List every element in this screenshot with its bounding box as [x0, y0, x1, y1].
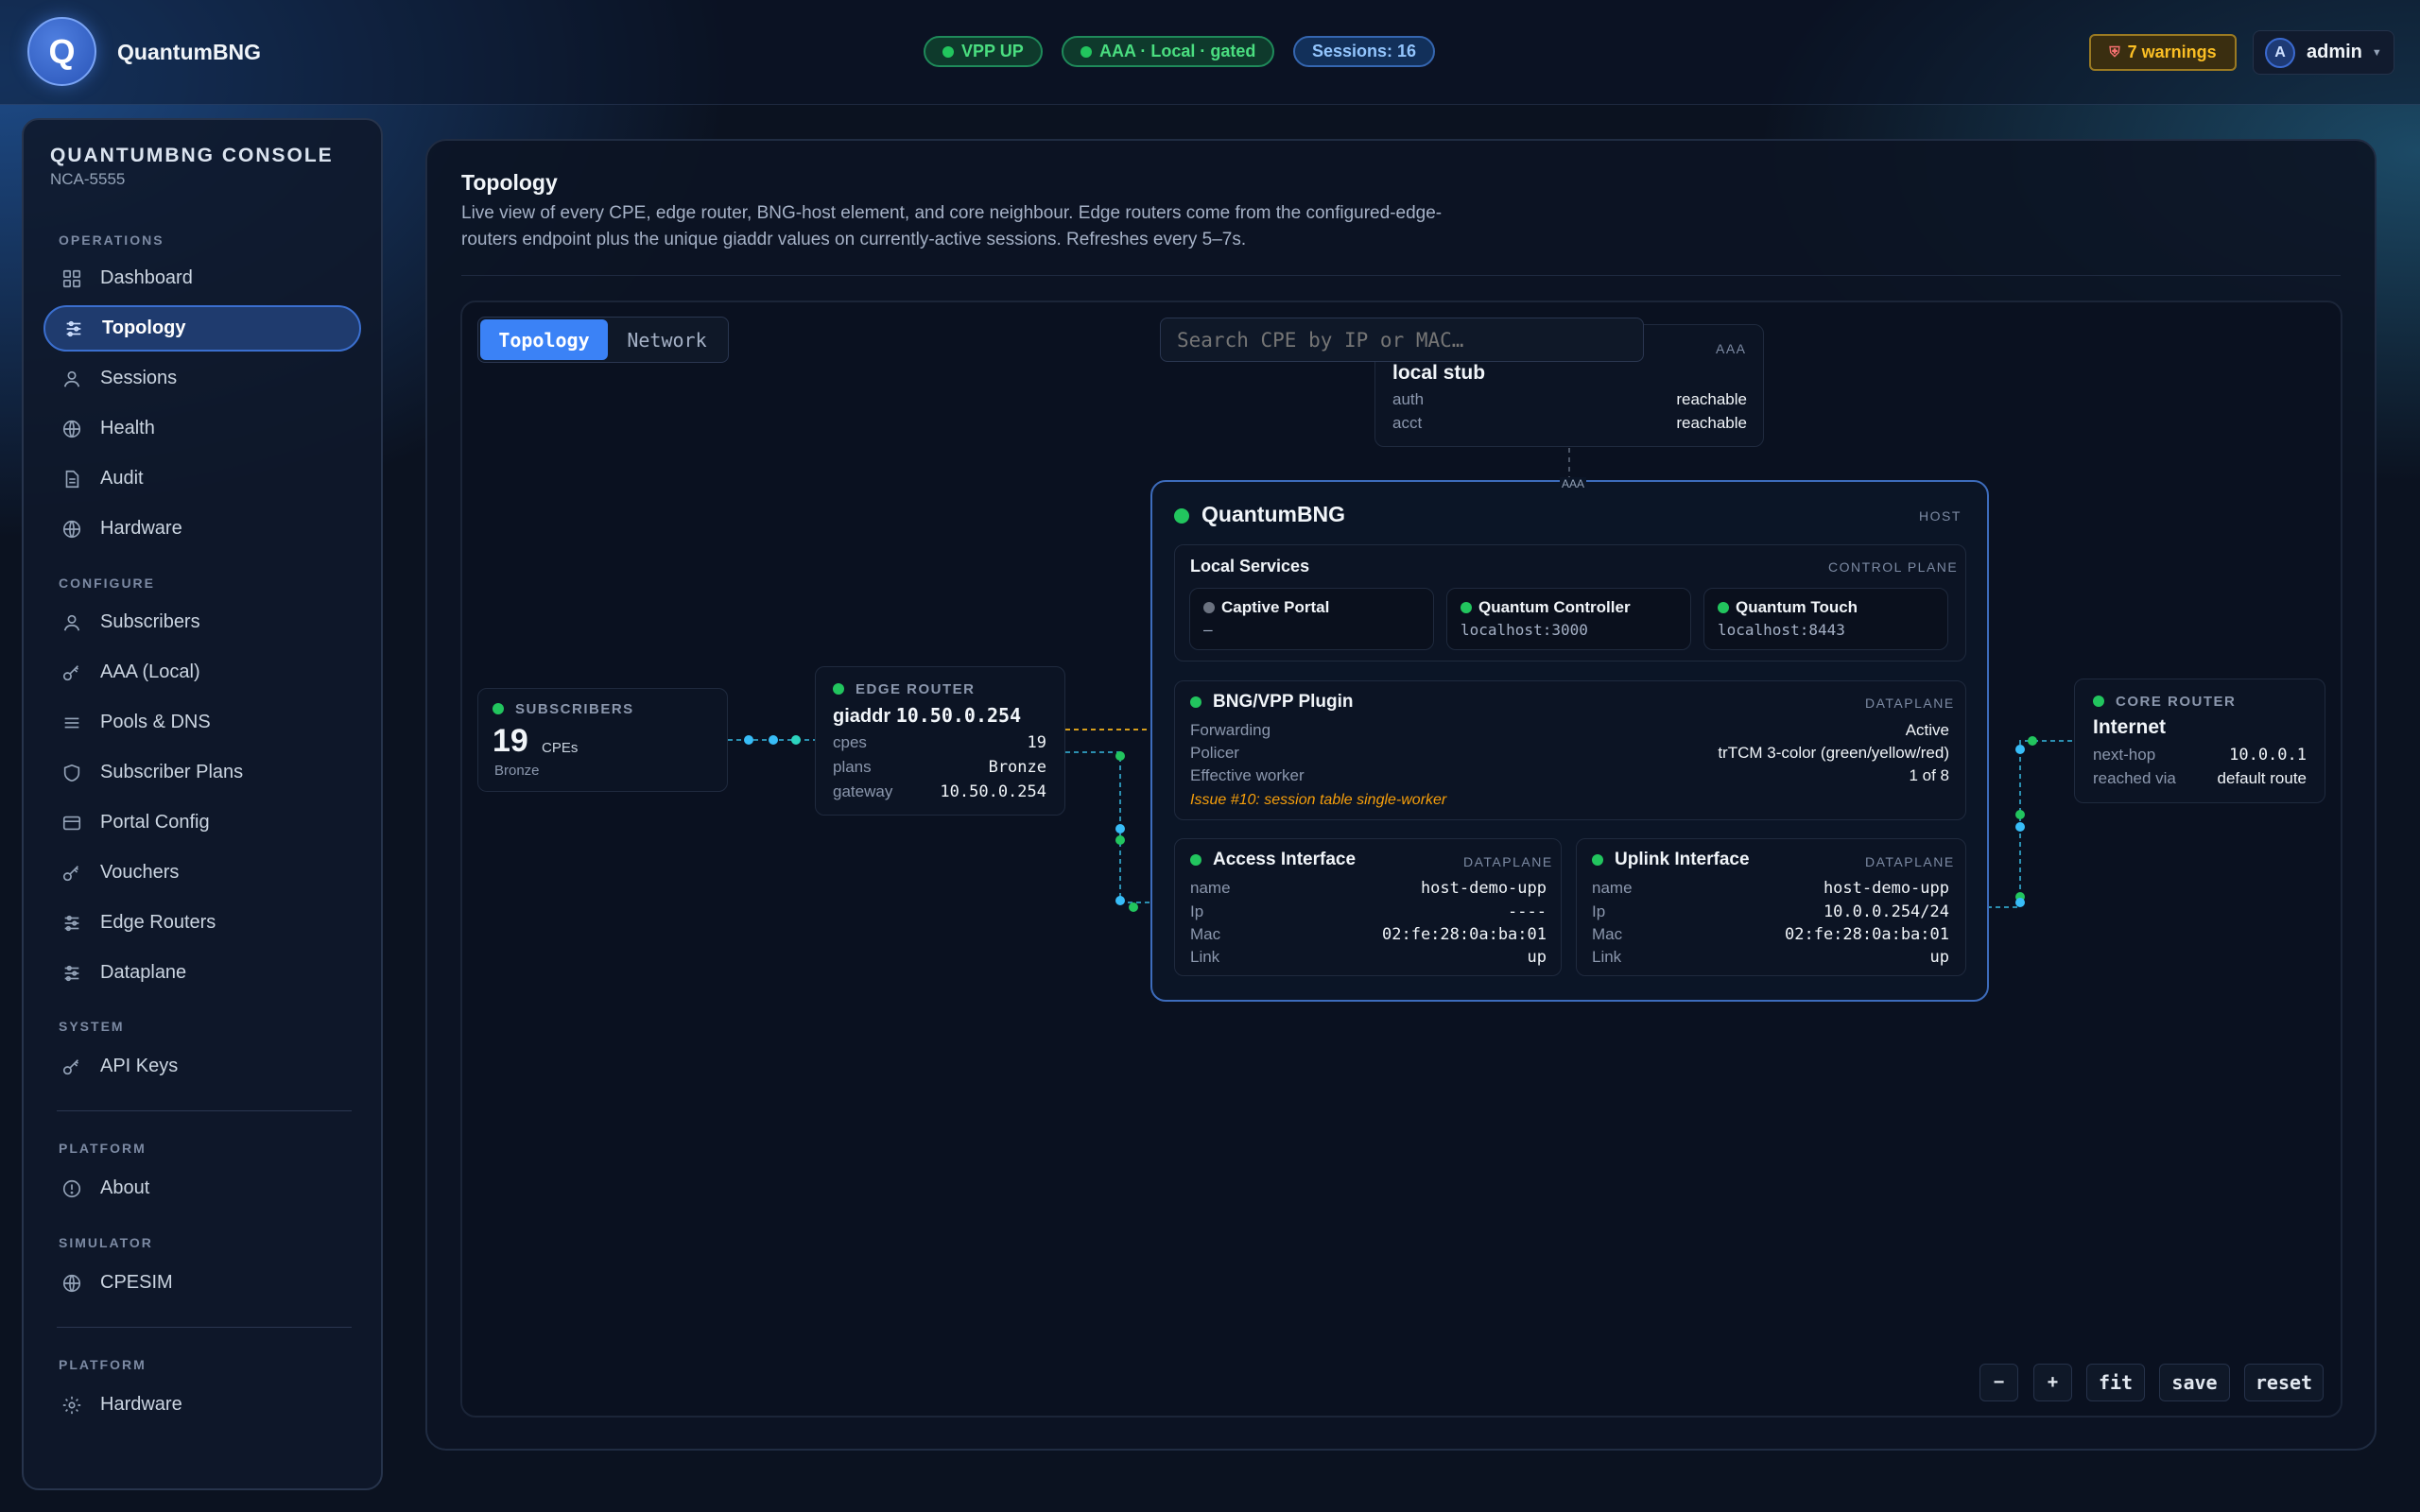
plugin-value: trTCM 3-color (green/yellow/red) [1718, 744, 1949, 762]
iface-value: host-demo-upp [1420, 879, 1547, 898]
iface-key: Ip [1592, 902, 1606, 920]
edge-router-label: EDGE ROUTER [856, 681, 976, 697]
dataplane-tag: DATAPLANE [1865, 854, 1955, 869]
core-router-label: CORE ROUTER [2116, 694, 2237, 710]
host-tag: HOST [1919, 508, 1962, 524]
plugin-value: Active [1905, 721, 1949, 739]
aaa-tag: AAA [1716, 341, 1747, 356]
core-key: next-hop [2093, 746, 2156, 764]
iface-key: Link [1190, 948, 1220, 966]
service-quantum-controller[interactable] [1446, 588, 1691, 650]
iface-value: host-demo-upp [1823, 879, 1949, 898]
subscribers-count: 19 [493, 723, 528, 759]
status-dot-icon [1718, 602, 1729, 613]
iface-key: name [1190, 879, 1231, 897]
aaa-auth-value: reachable [1676, 390, 1747, 408]
core-value: default route [2217, 769, 2307, 787]
edge-key: gateway [833, 782, 893, 800]
edge-key: plans [833, 758, 872, 776]
iface-key: Ip [1190, 902, 1204, 920]
service-captive-portal[interactable] [1189, 588, 1434, 650]
edge-value: 10.50.0.254 [940, 782, 1046, 801]
status-dot-icon [833, 683, 844, 695]
aaa-auth-key: auth [1392, 390, 1425, 408]
status-dot-icon [2093, 696, 2104, 707]
host-status-dot-icon [1174, 508, 1189, 524]
status-dot-icon [1461, 602, 1472, 613]
iface-value: 02:fe:28:0a:ba:01 [1785, 925, 1949, 944]
uplink-title: Uplink Interface [1615, 850, 1750, 869]
access-title: Access Interface [1213, 850, 1357, 869]
iface-value: ---- [1508, 902, 1547, 921]
fit-button[interactable]: fit [2086, 1364, 2145, 1401]
core-key: reached via [2093, 769, 2176, 787]
view-tabs: Topology Network [477, 317, 729, 363]
service-addr: localhost:8443 [1718, 621, 1845, 639]
aaa-edge-label: AAA [1560, 477, 1587, 490]
status-dot-icon [1592, 854, 1603, 866]
edge-value: 19 [1027, 733, 1046, 752]
plugin-key: Policer [1190, 744, 1239, 762]
service-name: Quantum Touch [1736, 598, 1858, 616]
core-router-title: Internet [2093, 716, 2167, 738]
dataplane-tag: DATAPLANE [1865, 696, 1955, 711]
tab-network[interactable]: Network [608, 319, 726, 360]
iface-value: 02:fe:28:0a:ba:01 [1382, 925, 1547, 944]
subscribers-unit: CPEs [542, 740, 579, 756]
edge-title-key: giaddr [833, 706, 891, 727]
aaa-title: local stub [1392, 362, 1486, 384]
service-name: Quantum Controller [1478, 598, 1631, 616]
status-dot-icon [1203, 602, 1215, 613]
core-value: 10.0.0.1 [2229, 746, 2307, 765]
edge-title-value: 10.50.0.254 [895, 704, 1022, 727]
status-dot-icon [1190, 696, 1201, 708]
save-button[interactable]: save [2159, 1364, 2230, 1401]
plugin-key: Forwarding [1190, 721, 1271, 739]
subscribers-plan: Bronze [494, 763, 540, 779]
aaa-acct-value: reachable [1676, 414, 1747, 432]
iface-value: up [1929, 948, 1949, 967]
plugin-value: 1 of 8 [1909, 766, 1949, 784]
iface-key: Mac [1592, 925, 1623, 943]
subscribers-label: SUBSCRIBERS [515, 701, 634, 717]
service-quantum-touch[interactable] [1703, 588, 1948, 650]
iface-value: 10.0.0.254/24 [1823, 902, 1949, 921]
cpe-search-input[interactable] [1160, 318, 1644, 362]
service-name: Captive Portal [1221, 598, 1330, 616]
control-plane-tag: CONTROL PLANE [1828, 559, 1959, 575]
iface-key: Link [1592, 948, 1622, 966]
service-addr: — [1203, 621, 1213, 639]
tab-topology[interactable]: Topology [480, 319, 608, 360]
plugin-key: Effective worker [1190, 766, 1305, 784]
zoom-in-button[interactable]: + [2033, 1364, 2072, 1401]
status-dot-icon [493, 703, 504, 714]
aaa-acct-key: acct [1392, 414, 1423, 432]
edge-key: cpes [833, 733, 867, 751]
iface-value: up [1527, 948, 1547, 967]
edge-router-title: giaddr 10.50.0.254 [833, 704, 1021, 728]
host-title: QuantumBNG [1201, 502, 1346, 526]
plugin-issue-link[interactable]: Issue #10: session table single-worker [1190, 792, 1446, 809]
status-dot-icon [1190, 854, 1201, 866]
edge-value: Bronze [988, 758, 1046, 777]
plugin-title: BNG/VPP Plugin [1213, 692, 1354, 712]
reset-button[interactable]: reset [2244, 1364, 2324, 1401]
service-addr: localhost:3000 [1461, 621, 1588, 639]
iface-key: name [1592, 879, 1633, 897]
local-services-title: Local Services [1190, 557, 1310, 576]
zoom-out-button[interactable]: − [1979, 1364, 2018, 1401]
iface-key: Mac [1190, 925, 1221, 943]
dataplane-tag: DATAPLANE [1463, 854, 1553, 869]
